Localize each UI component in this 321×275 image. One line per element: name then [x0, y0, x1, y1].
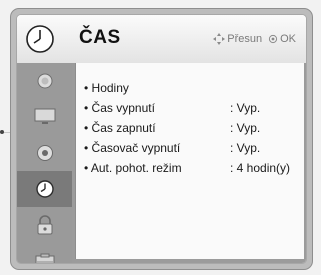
pointer-dot: [0, 130, 4, 134]
menu-item-value: : Vyp.: [230, 121, 261, 135]
tab-audio[interactable]: [17, 135, 72, 171]
menu-header: ČAS Přesun OK: [17, 15, 306, 63]
menu-item-sleep-timer[interactable]: • Časovač vypnutí : Vyp.: [84, 139, 304, 157]
menu-content: • Hodiny • Čas vypnutí : Vyp. • Čas zapn…: [75, 63, 304, 259]
page-title: ČAS: [79, 27, 121, 48]
category-sidebar: [17, 63, 72, 263]
clock-icon: [35, 180, 54, 198]
menu-body: • Hodiny • Čas vypnutí : Vyp. • Čas zapn…: [17, 63, 306, 263]
menu-item-label: • Čas vypnutí: [84, 101, 155, 115]
menu-item-label: • Časovač vypnutí: [84, 141, 181, 155]
picture-icon: [37, 73, 52, 89]
menu-item-value: : Vyp.: [230, 141, 261, 155]
options-icon: [35, 253, 54, 263]
ok-button-icon: [268, 34, 278, 44]
tab-screen[interactable]: [17, 99, 72, 135]
lock-icon: [37, 215, 52, 235]
menu-window: ČAS Přesun OK • Hodiny • Čas vypnutí: V…: [10, 8, 313, 270]
tab-options[interactable]: [17, 243, 72, 263]
tab-lock[interactable]: [17, 207, 72, 243]
screen-icon: [34, 108, 55, 124]
dpad-icon: [213, 33, 226, 45]
move-hint-label: Přesun: [227, 33, 263, 45]
menu-panel: ČAS Přesun OK • Hodiny • Čas vypnutí: V…: [16, 14, 307, 264]
menu-item-on-time[interactable]: • Čas zapnutí : Vyp.: [84, 119, 304, 137]
navigation-hint: Přesun OK: [213, 33, 296, 45]
menu-item-label: • Aut. pohot. režim: [84, 161, 182, 175]
menu-item-value: : Vyp.: [230, 101, 261, 115]
clock-icon: [26, 25, 54, 53]
menu-item-value: : 4 hodin(y): [230, 161, 291, 175]
tab-time[interactable]: [17, 171, 72, 207]
ok-hint-label: OK: [280, 33, 296, 45]
menu-item-label: • Hodiny: [84, 81, 129, 95]
menu-item-label: • Čas zapnutí: [84, 121, 156, 135]
menu-item-off-time[interactable]: • Čas vypnutí : Vyp.: [84, 99, 304, 117]
menu-item-auto-standby[interactable]: • Aut. pohot. režim : 4 hodin(y): [84, 159, 304, 177]
audio-icon: [36, 145, 53, 161]
menu-item-clock[interactable]: • Hodiny: [84, 79, 304, 97]
tab-picture[interactable]: [17, 63, 72, 99]
